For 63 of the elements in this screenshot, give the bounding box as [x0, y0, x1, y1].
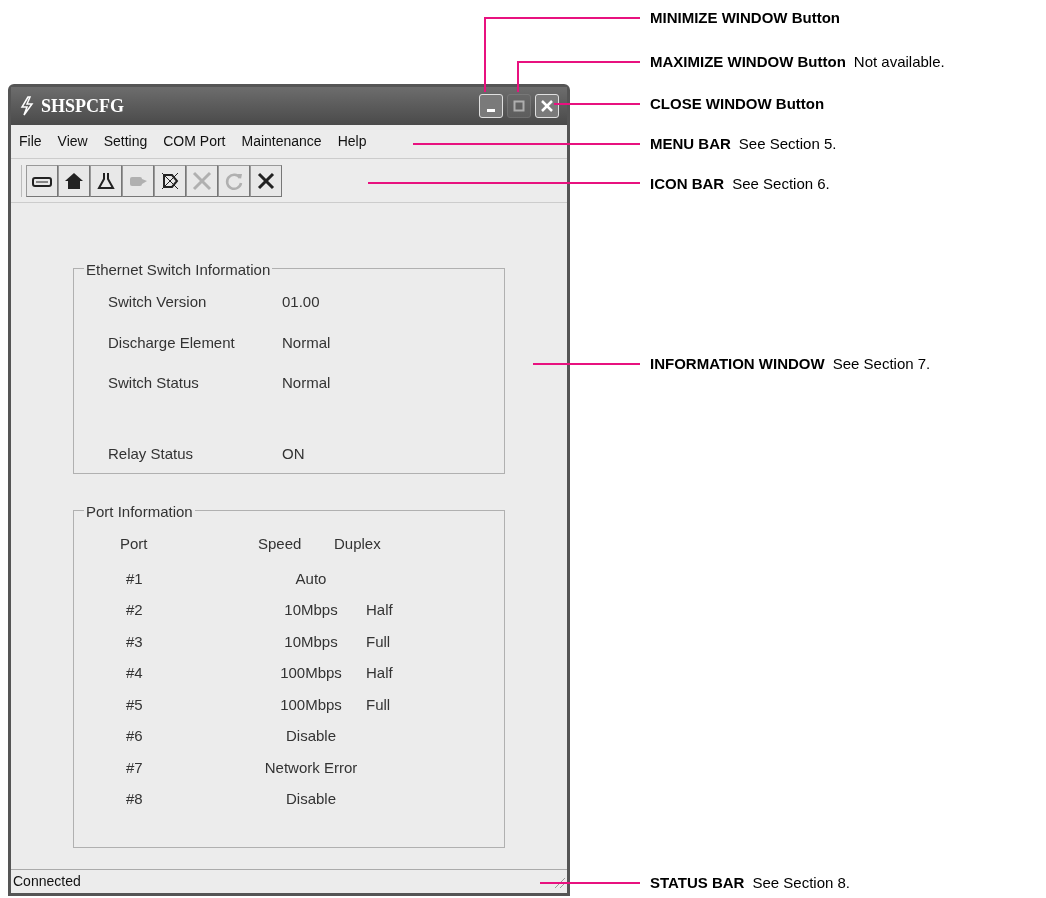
callout-title: MAXIMIZE WINDOW Button [650, 51, 846, 72]
toolbar-button[interactable] [154, 164, 186, 197]
info-label: Relay Status [108, 443, 195, 464]
table-cell-text: #2 [125, 600, 144, 620]
menu-item[interactable]: View [57, 131, 88, 152]
lightning-icon [19, 96, 35, 116]
info-value: Normal [282, 373, 331, 393]
close-window-button[interactable] [535, 94, 559, 118]
callout-note: See Section 6. [732, 173, 830, 194]
info-value: Normal [282, 332, 331, 353]
callout-note: Not available. [853, 51, 945, 72]
menu-item[interactable]: Setting [103, 131, 148, 152]
table-cell-text: Half [366, 663, 393, 683]
info-label: Switch Status [108, 373, 200, 393]
column-header: Duplex [334, 534, 381, 554]
callout-note: See Section 5. [738, 133, 837, 154]
info-label: Discharge Element [108, 332, 236, 353]
callout-note: See Section 8. [752, 872, 851, 893]
callout-title: ICON BAR [650, 173, 725, 194]
window-title: SHSPCFG [41, 94, 124, 118]
menu-item[interactable]: COM Port [163, 131, 226, 152]
column-header: Speed [257, 534, 303, 554]
table-cell-text: #1 [125, 568, 144, 589]
table-cell-text: Full [366, 631, 391, 652]
table-cell-text: Network Error [264, 757, 358, 778]
close-icon [540, 99, 554, 113]
toolbar-button[interactable] [250, 164, 282, 197]
callout-title: STATUS BAR [650, 872, 745, 893]
toolbar-button[interactable] [58, 164, 90, 197]
callout-title: INFORMATION WINDOW [650, 353, 825, 374]
table-cell-text: 10Mbps [284, 600, 338, 620]
status-text: Connected [13, 872, 81, 891]
table-cell-text: 100Mbps [280, 663, 342, 683]
table-cell-text: Disable [286, 726, 336, 746]
callout-title: MINIMIZE WINDOW Button [650, 7, 840, 28]
table-cell-text: Full [366, 694, 391, 715]
table-cell-text: #4 [125, 663, 144, 683]
minimize-icon [487, 108, 495, 112]
info-value: ON [282, 443, 305, 464]
callout-title: CLOSE WINDOW Button [650, 93, 825, 114]
table-cell-text: #7 [125, 757, 144, 778]
menu-item[interactable]: Help [337, 131, 367, 152]
table-cell-text: Auto [295, 568, 327, 589]
info-label: Switch Version [108, 292, 208, 312]
info-value: 01.00 [282, 292, 320, 312]
minimize-window-button[interactable] [479, 94, 503, 118]
menu-item[interactable]: File [19, 131, 42, 152]
callout-title: MENU BAR [650, 133, 731, 154]
toolbar-button[interactable] [90, 164, 122, 197]
table-cell-text: Disable [286, 789, 336, 809]
table-cell-text: 100Mbps [280, 694, 342, 715]
callout-note: See Section 7. [832, 353, 931, 374]
resize-grip-icon [553, 875, 565, 888]
table-cell-text: #6 [125, 726, 144, 746]
toolbar-button[interactable] [26, 164, 58, 197]
table-cell-text: #3 [125, 631, 144, 652]
table-cell-text: #8 [125, 789, 144, 809]
table-cell-text: Half [366, 600, 393, 620]
table-cell-text: 10Mbps [284, 631, 338, 652]
maximize-icon [513, 100, 525, 112]
table-cell-text: #5 [125, 694, 144, 715]
menu-item[interactable]: Maintenance [241, 131, 322, 152]
column-header: Port [119, 534, 149, 554]
